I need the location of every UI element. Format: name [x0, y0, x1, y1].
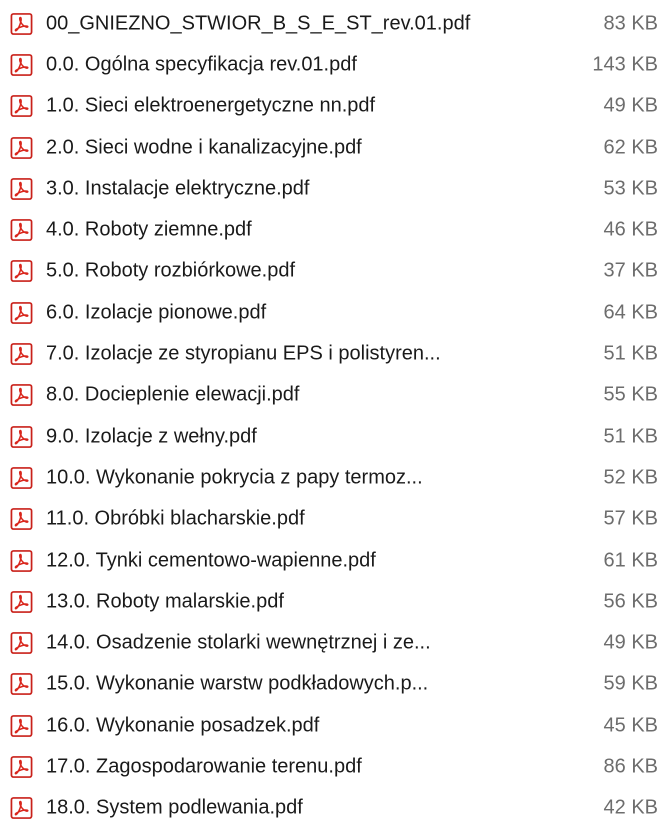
file-name: 0.0. Ogólna specyfikacja rev.01.pdf: [46, 53, 357, 76]
file-size: 61 KB: [603, 549, 658, 571]
file-size: 42 KB: [603, 796, 658, 819]
pdf-file-icon: [10, 797, 33, 820]
file-list: 00_GNIEZNO_STWIOR_B_S_E_ST_rev.01.pdf 83…: [0, 0, 664, 838]
file-size: 55 KB: [603, 383, 658, 406]
file-row[interactable]: 1.0. Sieci elektroenergetyczne nn.pdf 49…: [0, 86, 664, 127]
file-name: 13.0. Roboty malarskie.pdf: [46, 590, 284, 613]
file-size: 51 KB: [603, 425, 658, 448]
file-row[interactable]: 16.0. Wykonanie posadzek.pdf 45 KB: [0, 705, 664, 746]
file-row[interactable]: 0.0. Ogólna specyfikacja rev.01.pdf 143 …: [0, 44, 664, 85]
file-row[interactable]: 4.0. Roboty ziemne.pdf 46 KB: [0, 209, 664, 250]
file-name: 8.0. Docieplenie elewacji.pdf: [46, 383, 300, 406]
pdf-file-icon: [10, 301, 33, 324]
file-name: 18.0. System podlewania.pdf: [46, 796, 303, 819]
file-name: 16.0. Wykonanie posadzek.pdf: [46, 714, 320, 737]
file-row[interactable]: 8.0. Docieplenie elewacji.pdf 55 KB: [0, 375, 664, 416]
file-name: 11.0. Obróbki blacharskie.pdf: [46, 507, 305, 530]
file-row[interactable]: 11.0. Obróbki blacharskie.pdf 57 KB: [0, 499, 664, 540]
file-name: 1.0. Sieci elektroenergetyczne nn.pdf: [46, 94, 376, 117]
file-row[interactable]: 14.0. Osadzenie stolarki wewnętrznej i z…: [0, 622, 664, 663]
pdf-file-icon: [10, 673, 33, 696]
pdf-file-icon: [10, 384, 33, 407]
pdf-file-icon: [10, 12, 33, 35]
file-size: 62 KB: [603, 136, 658, 159]
file-name: 5.0. Roboty rozbiórkowe.pdf: [46, 259, 296, 282]
file-size: 53 KB: [603, 177, 658, 200]
file-size: 45 KB: [603, 714, 658, 737]
file-name: 12.0. Tynki cementowo-wapienne.pdf: [46, 549, 376, 571]
file-row[interactable]: 12.0. Tynki cementowo-wapienne.pdf 61 KB: [0, 540, 664, 581]
file-size: 143 KB: [592, 53, 658, 76]
file-name: 4.0. Roboty ziemne.pdf: [46, 218, 252, 241]
file-size: 51 KB: [603, 342, 658, 365]
file-name: 3.0. Instalacje elektryczne.pdf: [46, 177, 310, 200]
file-name: 10.0. Wykonanie pokrycia z papy termoz..…: [46, 466, 423, 489]
pdf-file-icon: [10, 219, 33, 242]
file-size: 49 KB: [603, 94, 658, 117]
file-row[interactable]: 10.0. Wykonanie pokrycia z papy termoz..…: [0, 457, 664, 498]
file-name: 15.0. Wykonanie warstw podkładowych.p...: [46, 672, 429, 695]
pdf-file-icon: [10, 343, 33, 365]
file-row[interactable]: 00_GNIEZNO_STWIOR_B_S_E_ST_rev.01.pdf 83…: [0, 3, 664, 44]
file-row[interactable]: 18.0. System podlewania.pdf 42 KB: [0, 788, 664, 829]
file-size: 86 KB: [603, 755, 658, 778]
file-row[interactable]: 3.0. Instalacje elektryczne.pdf 53 KB: [0, 168, 664, 209]
file-size: 37 KB: [603, 259, 658, 282]
pdf-file-icon: [10, 466, 33, 489]
pdf-file-icon: [10, 714, 33, 737]
file-name: 14.0. Osadzenie stolarki wewnętrznej i z…: [46, 631, 431, 654]
pdf-file-icon: [10, 508, 33, 531]
pdf-file-icon: [10, 632, 33, 655]
pdf-file-icon: [10, 95, 33, 118]
file-row[interactable]: 15.0. Wykonanie warstw podkładowych.p...…: [0, 664, 664, 705]
file-row[interactable]: 7.0. Izolacje ze styropianu EPS i polist…: [0, 333, 664, 374]
pdf-file-icon: [10, 177, 33, 200]
pdf-file-icon: [10, 425, 33, 448]
file-size: 49 KB: [603, 631, 658, 654]
file-row[interactable]: 13.0. Roboty malarskie.pdf 56 KB: [0, 581, 664, 622]
pdf-file-icon: [10, 590, 33, 613]
file-size: 46 KB: [603, 218, 658, 241]
pdf-file-icon: [10, 260, 33, 283]
pdf-file-icon: [10, 136, 33, 159]
file-size: 52 KB: [603, 466, 658, 489]
file-size: 59 KB: [603, 672, 658, 695]
pdf-file-icon: [10, 549, 33, 572]
file-row[interactable]: 2.0. Sieci wodne i kanalizacyjne.pdf 62 …: [0, 127, 664, 168]
file-name: 9.0. Izolacje z wełny.pdf: [46, 425, 257, 448]
file-size: 56 KB: [603, 590, 658, 613]
pdf-file-icon: [10, 756, 33, 778]
file-size: 64 KB: [603, 301, 658, 324]
file-row[interactable]: 9.0. Izolacje z wełny.pdf 51 KB: [0, 416, 664, 457]
file-size: 83 KB: [603, 12, 658, 35]
file-row[interactable]: 6.0. Izolacje pionowe.pdf 64 KB: [0, 292, 664, 333]
pdf-file-icon: [10, 54, 33, 76]
file-row[interactable]: 17.0. Zagospodarowanie terenu.pdf 86 KB: [0, 746, 664, 787]
file-size: 57 KB: [603, 507, 658, 530]
file-name: 6.0. Izolacje pionowe.pdf: [46, 301, 267, 324]
file-name: 7.0. Izolacje ze styropianu EPS i polist…: [46, 342, 441, 365]
file-name: 00_GNIEZNO_STWIOR_B_S_E_ST_rev.01.pdf: [46, 12, 471, 35]
file-name: 2.0. Sieci wodne i kanalizacyjne.pdf: [46, 136, 362, 159]
file-row[interactable]: 5.0. Roboty rozbiórkowe.pdf 37 KB: [0, 251, 664, 292]
file-name: 17.0. Zagospodarowanie terenu.pdf: [46, 755, 362, 778]
